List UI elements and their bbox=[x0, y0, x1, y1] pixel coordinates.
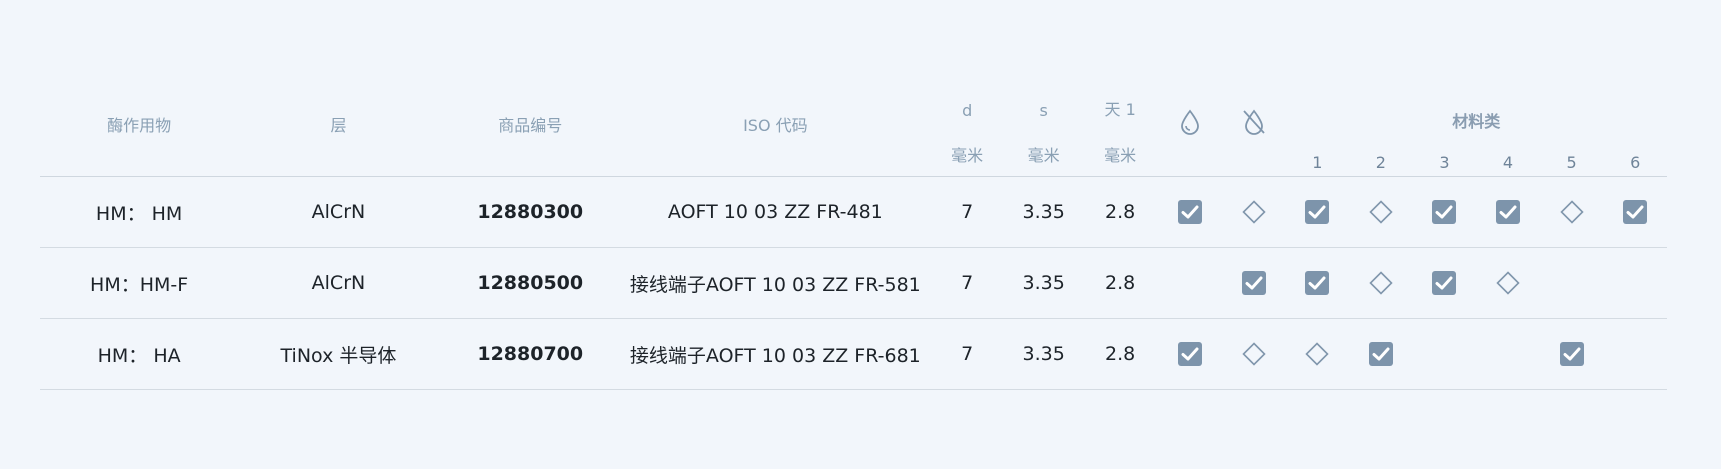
header-material-6: 6 bbox=[1630, 153, 1641, 172]
cell-material-2 bbox=[1349, 319, 1413, 390]
cell-s: 3.35 bbox=[1022, 272, 1065, 294]
header-material-4: 4 bbox=[1502, 153, 1514, 172]
header-material-3: 3 bbox=[1439, 153, 1450, 172]
cell-dry bbox=[1222, 319, 1286, 390]
cell-day: 2.8 bbox=[1105, 201, 1136, 223]
cell-s: 3.35 bbox=[1022, 201, 1065, 223]
cell-enzyme: HM： HA bbox=[97, 344, 181, 367]
cell-layer: AlCrN bbox=[311, 201, 366, 223]
cell-enzyme: HM：HM-F bbox=[90, 273, 189, 296]
cell-day: 2.8 bbox=[1105, 272, 1136, 294]
cell-d: 7 bbox=[961, 272, 974, 294]
header-d: d bbox=[962, 101, 973, 120]
header-iso-code[interactable]: ISO 代码 bbox=[622, 72, 929, 177]
table-row[interactable]: HM： HM AlCrN 12880300 AOFT 10 03 ZZ FR-481 7… bbox=[40, 177, 1667, 248]
diamond-icon bbox=[1369, 200, 1393, 224]
cell-material-4 bbox=[1476, 319, 1540, 390]
cell-material-3 bbox=[1413, 177, 1477, 248]
checked-checkbox-icon bbox=[1178, 200, 1203, 224]
table-body: HM： HM AlCrN 12880300 AOFT 10 03 ZZ FR-481 7… bbox=[40, 177, 1667, 390]
cell-item-no: 12880700 bbox=[477, 343, 584, 365]
diamond-icon bbox=[1305, 342, 1329, 366]
header-row-top: 酶作用物 层 商品编号 ISO 代码 d s 天 1 材料类 bbox=[40, 72, 1667, 135]
header-material-1: 1 bbox=[1312, 153, 1323, 172]
cell-wet bbox=[1158, 319, 1222, 390]
header-wet bbox=[1158, 72, 1222, 177]
cell-material-5 bbox=[1540, 319, 1604, 390]
no-water-drop-icon bbox=[1241, 108, 1267, 140]
checked-checkbox-icon bbox=[1305, 271, 1330, 295]
checked-checkbox-icon bbox=[1432, 271, 1457, 295]
cell-layer: AlCrN bbox=[311, 272, 366, 294]
diamond-icon bbox=[1496, 271, 1520, 295]
checked-checkbox-icon bbox=[1432, 200, 1457, 224]
water-drop-icon bbox=[1179, 109, 1201, 139]
cell-material-6 bbox=[1603, 319, 1667, 390]
header-s-unit: 毫米 bbox=[1027, 146, 1060, 165]
cell-d: 7 bbox=[961, 201, 974, 223]
header-day-unit: 毫米 bbox=[1104, 146, 1137, 165]
cell-dry bbox=[1222, 177, 1286, 248]
diamond-icon bbox=[1559, 200, 1584, 224]
cell-material-5 bbox=[1540, 177, 1604, 248]
product-table-container: 酶作用物 层 商品编号 ISO 代码 d s 天 1 材料类 毫米 毫米 毫米 … bbox=[40, 72, 1667, 390]
header-layer[interactable]: 层 bbox=[238, 72, 438, 177]
cell-material-2 bbox=[1349, 177, 1413, 248]
diamond-icon bbox=[1242, 200, 1266, 224]
checked-checkbox-icon bbox=[1305, 200, 1330, 224]
cell-iso-code: 接线端子AOFT 10 03 ZZ FR-581 bbox=[629, 273, 921, 296]
cell-wet bbox=[1158, 177, 1222, 248]
cell-enzyme: HM： HM bbox=[95, 202, 183, 225]
header-enzyme[interactable]: 酶作用物 bbox=[40, 72, 238, 177]
cell-material-3 bbox=[1413, 248, 1477, 319]
cell-wet bbox=[1158, 248, 1222, 319]
cell-material-4 bbox=[1476, 248, 1540, 319]
cell-s: 3.35 bbox=[1022, 343, 1065, 365]
header-material-group: 材料类 bbox=[1452, 112, 1501, 131]
checked-checkbox-icon bbox=[1495, 200, 1520, 224]
cell-material-6 bbox=[1603, 248, 1667, 319]
checked-checkbox-icon bbox=[1368, 342, 1393, 366]
header-material-2: 2 bbox=[1375, 153, 1386, 172]
cell-iso-code: 接线端子AOFT 10 03 ZZ FR-681 bbox=[629, 344, 921, 367]
checked-checkbox-icon bbox=[1178, 342, 1203, 366]
header-material-5: 5 bbox=[1566, 153, 1577, 172]
cell-d: 7 bbox=[961, 343, 974, 365]
header-item-no[interactable]: 商品编号 bbox=[439, 72, 622, 177]
diamond-icon bbox=[1369, 271, 1393, 295]
header-day: 天 1 bbox=[1104, 100, 1136, 119]
cell-dry bbox=[1222, 248, 1286, 319]
cell-day: 2.8 bbox=[1105, 343, 1136, 365]
cell-material-6 bbox=[1603, 177, 1667, 248]
cell-iso-code: AOFT 10 03 ZZ FR-481 bbox=[667, 201, 883, 223]
checked-checkbox-icon bbox=[1559, 342, 1584, 366]
cell-material-5 bbox=[1540, 248, 1604, 319]
cell-material-1 bbox=[1286, 248, 1350, 319]
checked-checkbox-icon bbox=[1241, 271, 1266, 295]
header-d-unit: 毫米 bbox=[951, 146, 984, 165]
table-row[interactable]: HM：HM-F AlCrN 12880500 接线端子AOFT 10 03 ZZ FR… bbox=[40, 248, 1667, 319]
header-s: s bbox=[1039, 101, 1048, 120]
cell-material-2 bbox=[1349, 248, 1413, 319]
cell-layer: TiNox 半导体 bbox=[280, 344, 397, 367]
checked-checkbox-icon bbox=[1623, 200, 1648, 224]
header-dry bbox=[1222, 72, 1286, 177]
cell-material-4 bbox=[1476, 177, 1540, 248]
cell-item-no: 12880300 bbox=[477, 201, 584, 223]
cell-material-3 bbox=[1413, 319, 1477, 390]
cell-material-1 bbox=[1286, 319, 1350, 390]
cell-item-no: 12880500 bbox=[477, 272, 584, 294]
diamond-icon bbox=[1242, 342, 1266, 366]
product-table: 酶作用物 层 商品编号 ISO 代码 d s 天 1 材料类 毫米 毫米 毫米 … bbox=[40, 72, 1667, 390]
table-row[interactable]: HM： HA TiNox 半导体 12880700 接线端子AOFT 10 03 ZZ… bbox=[40, 319, 1667, 390]
cell-material-1 bbox=[1286, 177, 1350, 248]
